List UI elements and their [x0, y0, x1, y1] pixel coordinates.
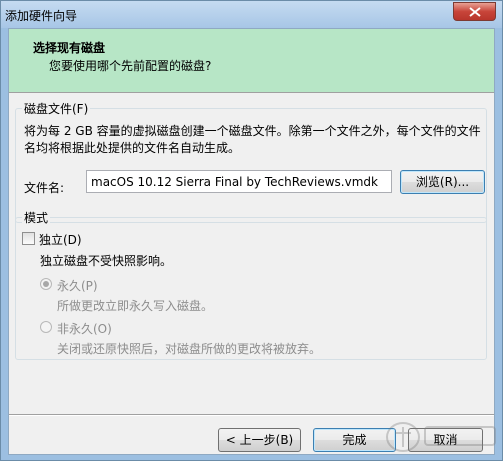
wizard-window: 添加硬件向导 选择现有磁盘 您要使用哪个先前配置的磁盘? 磁盘文件(F) 将为每… [0, 0, 503, 461]
title-bar[interactable]: 添加硬件向导 [1, 1, 502, 28]
persistent-label[interactable]: 永久(P) [57, 277, 98, 294]
file-name-input[interactable] [86, 170, 392, 193]
wizard-content: 选择现有磁盘 您要使用哪个先前配置的磁盘? 磁盘文件(F) 将为每 2 GB 容… [8, 28, 495, 455]
mode-group: 模式 独立(D) 独立磁盘不受快照影响。 永久(P) 所做更改立即永久写入磁盘。… [15, 209, 487, 360]
footer-divider [9, 414, 494, 416]
mode-group-label: 模式 [22, 209, 51, 226]
independent-checkbox[interactable] [22, 232, 35, 245]
disk-file-description: 将为每 2 GB 容量的虚拟磁盘创建一个磁盘文件。除第一个文件之外，每个文件的文… [24, 124, 481, 155]
back-button[interactable]: < 上一步(B) [218, 428, 301, 452]
close-x-icon [469, 7, 481, 17]
persistent-radio[interactable] [40, 278, 52, 290]
nonpersistent-label[interactable]: 非永久(O) [57, 320, 112, 337]
wizard-header: 选择现有磁盘 您要使用哪个先前配置的磁盘? [9, 29, 494, 93]
page-title: 选择现有磁盘 [33, 41, 106, 55]
page-subtitle: 您要使用哪个先前配置的磁盘? [49, 59, 212, 73]
disk-file-group: 磁盘文件(F) 将为每 2 GB 容量的虚拟磁盘创建一个磁盘文件。除第一个文件之… [15, 100, 487, 223]
independent-label[interactable]: 独立(D) [39, 231, 82, 248]
finish-button[interactable]: 完成 [313, 428, 396, 452]
independent-description: 独立磁盘不受快照影响。 [40, 254, 173, 268]
persistent-description: 所做更改立即永久写入磁盘。 [57, 299, 214, 313]
disk-file-group-label: 磁盘文件(F) [22, 100, 91, 117]
close-button[interactable] [453, 2, 496, 21]
file-name-label: 文件名: [24, 181, 65, 195]
nonpersistent-description: 关闭或还原快照后，对磁盘所做的更改将被放弃。 [57, 342, 322, 356]
browse-button[interactable]: 浏览(R)... [400, 170, 485, 194]
cancel-button[interactable]: 取消 [408, 428, 483, 452]
nonpersistent-radio[interactable] [40, 321, 52, 333]
window-title: 添加硬件向导 [5, 9, 78, 23]
